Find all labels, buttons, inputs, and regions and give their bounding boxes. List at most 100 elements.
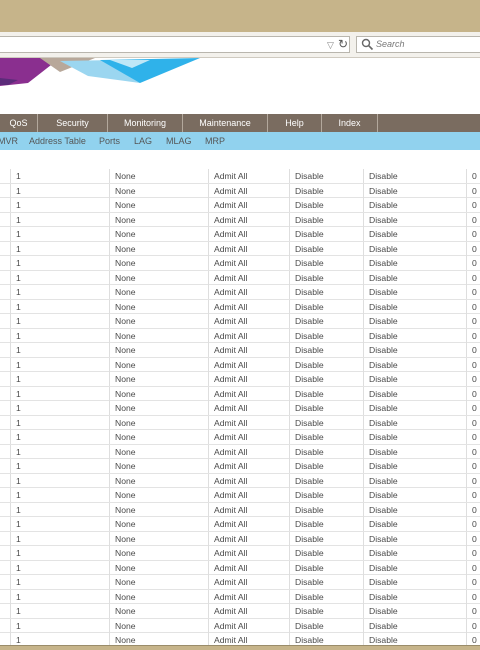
nav-tab-maintenance[interactable]: Maintenance	[183, 114, 268, 132]
priority-cell: None	[109, 256, 208, 270]
acceptable-frame-cell: Admit All	[208, 343, 289, 357]
url-dropdown-icon[interactable]: ▽	[327, 39, 334, 51]
search-icon	[361, 38, 374, 51]
search-placeholder: Search	[376, 39, 405, 49]
table-row: 1 None Admit All Disable Disable 0	[0, 357, 480, 372]
priority-cell: None	[109, 343, 208, 357]
nav-tab-security[interactable]: Security	[38, 114, 108, 132]
acceptable-frame-cell: Admit All	[208, 256, 289, 270]
acceptable-frame-cell: Admit All	[208, 488, 289, 502]
table-row: 1 None Admit All Disable Disable 0	[0, 444, 480, 459]
pvid-cell: 1	[10, 604, 109, 618]
acceptable-frame-cell: Admit All	[208, 560, 289, 575]
tagging-cell: Disable	[363, 560, 466, 575]
count-cell: 0	[466, 169, 480, 183]
ingress-filter-cell: Disable	[289, 589, 363, 604]
priority-cell: None	[109, 227, 208, 241]
ingress-filter-cell: Disable	[289, 357, 363, 372]
table-row: 1 None Admit All Disable Disable 0	[0, 473, 480, 488]
subnav-item-mrp[interactable]: MRP	[205, 132, 225, 150]
priority-cell: None	[109, 372, 208, 386]
ingress-filter-cell: Disable	[289, 285, 363, 299]
tagging-cell: Disable	[363, 386, 466, 401]
pvid-cell: 1	[10, 401, 109, 415]
pvid-cell: 1	[10, 415, 109, 430]
web-page: QoS Security Monitoring Maintenance Help…	[0, 58, 480, 648]
ingress-filter-cell: Disable	[289, 531, 363, 546]
acceptable-frame-cell: Admit All	[208, 589, 289, 604]
nav-tab-qos[interactable]: QoS	[0, 114, 38, 132]
nav-tab-help[interactable]: Help	[268, 114, 322, 132]
address-bar[interactable]: ▽ ↻	[0, 36, 350, 53]
pvid-cell: 1	[10, 546, 109, 560]
nav-tab-monitoring[interactable]: Monitoring	[108, 114, 183, 132]
tagging-cell: Disable	[363, 401, 466, 415]
ingress-filter-cell: Disable	[289, 502, 363, 517]
pvid-cell: 1	[10, 227, 109, 241]
subnav-item-address-table[interactable]: Address Table	[29, 132, 86, 150]
table-row: 1 None Admit All Disable Disable 0	[0, 328, 480, 343]
count-cell: 0	[466, 198, 480, 212]
pvid-cell: 1	[10, 531, 109, 546]
reload-icon[interactable]: ↻	[338, 37, 348, 52]
priority-cell: None	[109, 502, 208, 517]
browser-toolbar: ▽ ↻ Search	[0, 32, 480, 58]
header-banner-graphic	[0, 58, 200, 86]
table-row: 1 None Admit All Disable Disable 0	[0, 169, 480, 184]
count-cell: 0	[466, 241, 480, 256]
priority-cell: None	[109, 357, 208, 372]
priority-cell: None	[109, 270, 208, 285]
subnav-item-lag[interactable]: LAG	[134, 132, 152, 150]
pvid-cell: 1	[10, 459, 109, 473]
table-row: 1 None Admit All Disable Disable 0	[0, 604, 480, 619]
table-row: 1 None Admit All Disable Disable 0	[0, 517, 480, 532]
tagging-cell: Disable	[363, 241, 466, 256]
acceptable-frame-cell: Admit All	[208, 212, 289, 227]
count-cell: 0	[466, 270, 480, 285]
ingress-filter-cell: Disable	[289, 372, 363, 386]
pvid-cell: 1	[10, 256, 109, 270]
sub-navigation-bar: MVR Address Table Ports LAG MLAG MRP	[0, 132, 480, 150]
subnav-item-mvr[interactable]: MVR	[0, 132, 18, 150]
tagging-cell: Disable	[363, 299, 466, 314]
tagging-cell: Disable	[363, 502, 466, 517]
table-row: 1 None Admit All Disable Disable 0	[0, 241, 480, 256]
tagging-cell: Disable	[363, 546, 466, 560]
browser-bottom-frame	[0, 645, 480, 650]
count-cell: 0	[466, 517, 480, 531]
table-row: 1 None Admit All Disable Disable 0	[0, 270, 480, 285]
ingress-filter-cell: Disable	[289, 575, 363, 589]
tagging-cell: Disable	[363, 183, 466, 198]
priority-cell: None	[109, 459, 208, 473]
pvid-cell: 1	[10, 314, 109, 328]
table-row: 1 None Admit All Disable Disable 0	[0, 183, 480, 198]
acceptable-frame-cell: Admit All	[208, 169, 289, 183]
pvid-cell: 1	[10, 618, 109, 633]
priority-cell: None	[109, 314, 208, 328]
ingress-filter-cell: Disable	[289, 488, 363, 502]
ingress-filter-cell: Disable	[289, 212, 363, 227]
tagging-cell: Disable	[363, 604, 466, 618]
nav-tab-index[interactable]: Index	[322, 114, 378, 132]
count-cell: 0	[466, 386, 480, 401]
table-row: 1 None Admit All Disable Disable 0	[0, 372, 480, 387]
acceptable-frame-cell: Admit All	[208, 604, 289, 618]
priority-cell: None	[109, 531, 208, 546]
pvid-cell: 1	[10, 444, 109, 459]
count-cell: 0	[466, 401, 480, 415]
table-row: 1 None Admit All Disable Disable 0	[0, 198, 480, 213]
ingress-filter-cell: Disable	[289, 299, 363, 314]
acceptable-frame-cell: Admit All	[208, 401, 289, 415]
table-row: 1 None Admit All Disable Disable 0	[0, 502, 480, 517]
acceptable-frame-cell: Admit All	[208, 430, 289, 444]
table-row: 1 None Admit All Disable Disable 0	[0, 575, 480, 590]
pvid-cell: 1	[10, 517, 109, 531]
subnav-item-mlag[interactable]: MLAG	[166, 132, 192, 150]
tagging-cell: Disable	[363, 473, 466, 488]
subnav-item-ports[interactable]: Ports	[99, 132, 120, 150]
search-input[interactable]: Search	[356, 36, 480, 53]
acceptable-frame-cell: Admit All	[208, 618, 289, 633]
count-cell: 0	[466, 546, 480, 560]
count-cell: 0	[466, 328, 480, 343]
priority-cell: None	[109, 386, 208, 401]
